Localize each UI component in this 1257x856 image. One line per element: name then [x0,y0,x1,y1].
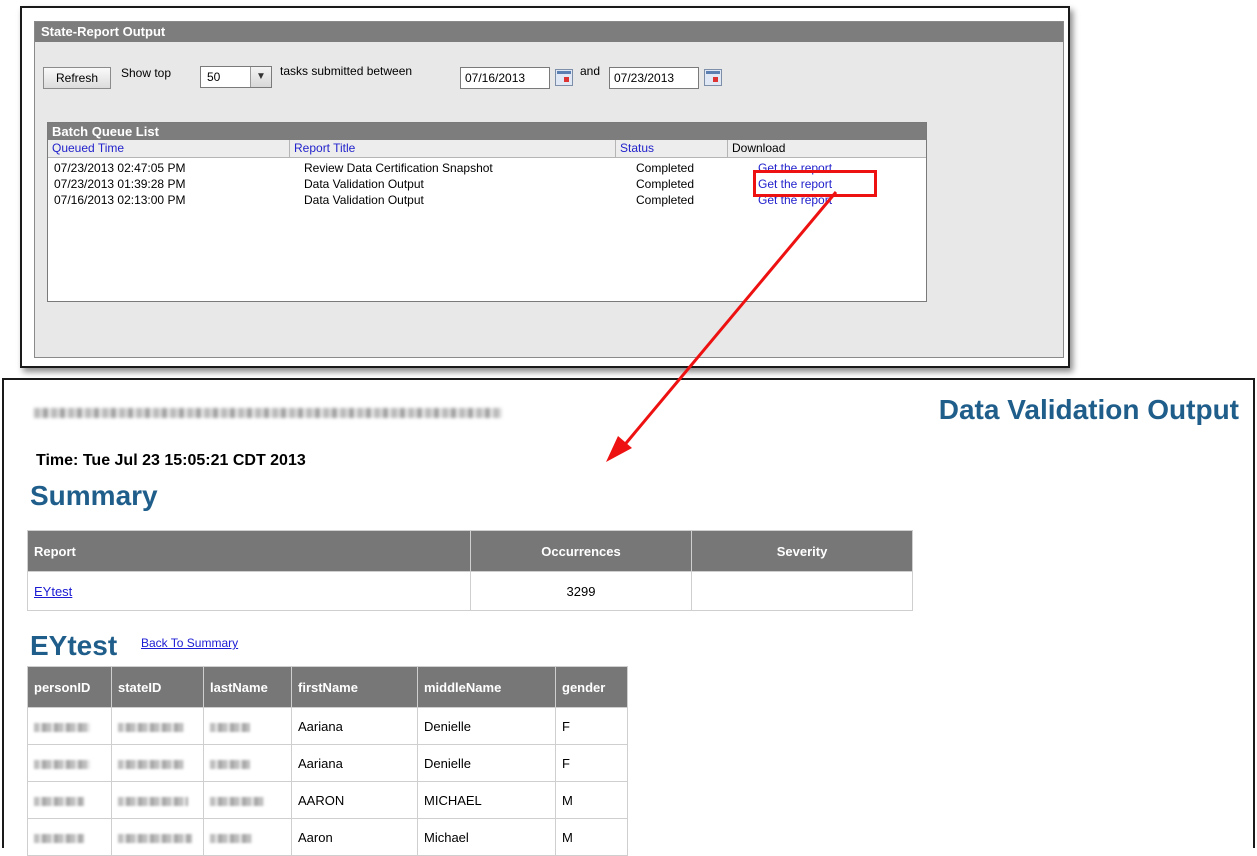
blurred-value [118,759,184,769]
calendar-icon[interactable] [555,69,573,86]
personid-cell [27,744,112,782]
blurred-value [210,722,250,732]
personid-cell [27,781,112,819]
and-label: and [580,64,601,78]
middlename-cell: MICHAEL [417,781,556,819]
blurred-value [210,796,264,806]
firstname-cell: Aaron [291,818,418,856]
column-status[interactable]: Status [616,140,728,157]
column-report-title[interactable]: Report Title [290,140,616,157]
blurred-value [118,833,192,843]
date-to-input[interactable]: 07/23/2013 [609,67,699,89]
table-row: EYtest 3299 [27,571,913,611]
column-queued-time[interactable]: Queued Time [48,140,290,157]
blurred-district-name [34,408,502,418]
show-top-label: Show top [121,66,172,80]
firstname-cell: Aariana [291,707,418,745]
back-to-summary-link[interactable]: Back To Summary [141,636,238,650]
column-firstname: firstName [291,666,418,708]
column-report: Report [27,530,471,572]
refresh-button[interactable]: Refresh [43,67,111,89]
report-title: Data Validation Output [304,193,424,207]
column-download: Download [732,141,786,155]
stateid-cell [111,818,204,856]
tasks-between-label: tasks submitted between [280,64,413,78]
column-occurrences: Occurrences [470,530,692,572]
severity-cell [691,571,913,611]
blurred-value [210,833,252,843]
eytest-header-row: personID stateID lastName firstName midd… [27,666,628,708]
summary-heading: Summary [30,480,158,511]
lastname-cell [203,744,292,782]
firstname-cell: AARON [291,781,418,819]
eytest-table: personID stateID lastName firstName midd… [27,666,628,856]
blurred-value [118,796,188,806]
blurred-value [118,722,184,732]
gender-cell: M [555,818,628,856]
summary-table: Report Occurrences Severity EYtest 3299 [27,530,913,611]
state-report-output-panel: State-Report Output Refresh Show top 50 … [34,21,1064,358]
occurrences-cell: 3299 [470,571,692,611]
highlight-box [753,170,877,197]
firstname-cell: Aariana [291,744,418,782]
blurred-value [34,796,84,806]
gender-cell: F [555,707,628,745]
data-validation-report: Data Validation Output Time: Tue Jul 23 … [2,378,1255,856]
stateid-cell [111,781,204,819]
stateid-cell [111,744,204,782]
status-text: Completed [636,193,695,207]
state-report-window: State-Report Output Refresh Show top 50 … [20,6,1070,368]
report-cell: EYtest [27,571,471,611]
lastname-cell [203,781,292,819]
table-row: Aariana Denielle F [27,744,628,782]
column-stateid: stateID [111,666,204,708]
middlename-cell: Michael [417,818,556,856]
stateid-cell [111,707,204,745]
gender-cell: F [555,744,628,782]
date-from-input[interactable]: 07/16/2013 [460,67,550,89]
blurred-value [34,833,84,843]
lastname-cell [203,707,292,745]
middlename-cell: Denielle [417,707,556,745]
table-row: Aaron Michael M [27,818,628,856]
chevron-down-icon[interactable]: ▼ [250,67,271,87]
toolbar: Refresh Show top 50 ▼ tasks submitted be… [35,55,1063,91]
gender-cell: M [555,781,628,819]
blurred-value [210,759,250,769]
column-severity: Severity [691,530,913,572]
show-top-select[interactable]: 50 ▼ [200,66,272,88]
panel-title: State-Report Output [35,22,1063,42]
queued-time: 07/16/2013 02:13:00 PM [54,193,186,207]
lastname-cell [203,818,292,856]
blurred-value [34,759,90,769]
calendar-icon[interactable] [704,69,722,86]
personid-cell [27,818,112,856]
column-personid: personID [27,666,112,708]
report-title: Data Validation Output [938,394,1239,425]
column-middlename: middleName [417,666,556,708]
eytest-link[interactable]: EYtest [34,584,72,599]
report-time: Time: Tue Jul 23 15:05:21 CDT 2013 [36,452,306,469]
table-row: Aariana Denielle F [27,707,628,745]
column-gender: gender [555,666,628,708]
column-lastname: lastName [203,666,292,708]
batch-queue-list: Batch Queue List Queued Time Report Titl… [47,122,927,302]
summary-header-row: Report Occurrences Severity [27,530,913,572]
batch-queue-columns: Queued Time Report Title Status Download [48,140,926,158]
show-top-value: 50 [207,70,221,84]
batch-queue-title: Batch Queue List [48,123,926,140]
personid-cell [27,707,112,745]
eytest-heading: EYtest [30,630,118,661]
table-row: AARON MICHAEL M [27,781,628,819]
middlename-cell: Denielle [417,744,556,782]
blurred-value [34,722,90,732]
